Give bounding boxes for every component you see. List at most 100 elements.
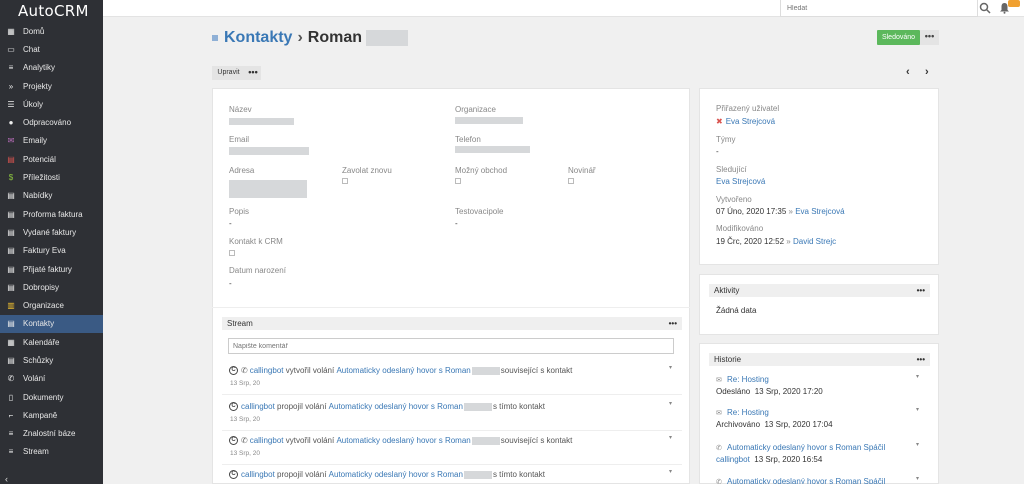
record-name: Roman [307, 29, 363, 46]
stream-user-link[interactable]: callingbot [241, 470, 275, 479]
search-input[interactable] [780, 0, 978, 17]
stream-entry-menu-icon[interactable]: ▾ [669, 364, 672, 371]
follower-link[interactable]: Eva Strejcová [716, 177, 765, 186]
sidebar-item[interactable]: ≡ Znalostní báze [0, 425, 103, 443]
history-header: Historie ••• [709, 353, 930, 366]
sidebar-item[interactable]: ▭ Chat [0, 40, 103, 58]
book-icon: ≡ [8, 429, 14, 439]
sidebar-item-label: Kalendáře [23, 337, 60, 347]
sidebar-item[interactable]: ▤ Dobropisy [0, 278, 103, 296]
history-link[interactable]: Re: Hosting [727, 408, 769, 417]
app-logo[interactable]: AutoCRM [0, 0, 103, 22]
sidebar-item[interactable]: $ Příležitosti [0, 168, 103, 186]
sidebar-item-label: Přijaté faktury [23, 264, 72, 274]
callingbot-avatar: C [229, 366, 238, 375]
sidebar-item-label: Dobropisy [23, 282, 60, 292]
stream-entry-menu-icon[interactable]: ▾ [669, 468, 672, 475]
sidebar-item[interactable]: ● Odpracováno [0, 113, 103, 131]
sidebar-item[interactable]: ▤ Nabídky [0, 187, 103, 205]
stream-entry-menu-icon[interactable]: ▾ [669, 434, 672, 441]
stream-menu-button[interactable]: ••• [669, 317, 677, 330]
sidebar-item[interactable]: ⌐ Kampaně [0, 406, 103, 424]
history-entry: ✉ Re: Hosting [716, 375, 769, 384]
history-status[interactable]: callingbot [716, 455, 750, 464]
contact-crm-checkbox[interactable] [229, 250, 235, 256]
breadcrumb-contacts-link[interactable]: Kontakty [224, 29, 292, 47]
comment-input[interactable] [228, 338, 674, 354]
previous-record-icon[interactable]: ‹ [906, 66, 910, 78]
building-icon: ▥ [7, 301, 15, 311]
assigned-user-link[interactable]: Eva Strejcová [726, 117, 775, 126]
sidebar-item[interactable]: ▤ Potenciál [0, 150, 103, 168]
history-entry-menu-icon[interactable]: ▾ [916, 441, 919, 448]
stream-verb: vytvořil volání [285, 436, 335, 445]
stream-date: 13 Srp, 20 [230, 416, 260, 423]
edit-button[interactable]: Upravit [212, 66, 245, 80]
sidebar-item[interactable]: » Projekty [0, 77, 103, 95]
stream-entry-menu-icon[interactable]: ▾ [669, 400, 672, 407]
sidebar-item[interactable]: ▤ Faktury Eva [0, 242, 103, 260]
collapse-sidebar-icon[interactable]: ‹ [5, 474, 8, 484]
history-entry-menu-icon[interactable]: ▾ [916, 406, 919, 413]
search-icon[interactable] [979, 2, 991, 14]
created-by-link[interactable]: Eva Strejcová [795, 207, 844, 216]
stream-call-link[interactable]: Automaticky odeslaný hovor s Roman [336, 436, 470, 445]
stream-divider [222, 394, 682, 395]
callingbot-avatar: C [229, 470, 238, 479]
birthday-label: Datum narození [229, 266, 286, 275]
history-entry-menu-icon[interactable]: ▾ [916, 475, 919, 482]
newsletter-checkbox[interactable] [568, 178, 574, 184]
next-record-icon[interactable]: › [925, 66, 929, 78]
sidebar-item[interactable]: ≡ Analytiky [0, 59, 103, 77]
created-value: 07 Úno, 2020 17:35 [716, 207, 787, 216]
sidebar-item[interactable]: ✉ Emaily [0, 132, 103, 150]
stream-icon: ≡ [8, 447, 14, 457]
follow-button[interactable]: Sledováno [877, 30, 920, 45]
sidebar-item[interactable]: ▤ Kontakty [0, 314, 103, 334]
sidebar-item[interactable]: ▥ Organizace [0, 296, 103, 314]
sidebar-item-label: Znalostní báze [23, 429, 76, 439]
notification-badge[interactable] [1008, 0, 1020, 7]
stream-call-link[interactable]: Automaticky odeslaný hovor s Roman [329, 402, 463, 411]
stream-call-link[interactable]: Automaticky odeslaný hovor s Roman [336, 366, 470, 375]
sidebar-item[interactable]: ▦ Domů [0, 22, 103, 40]
sidebar-item[interactable]: ☰ Úkoly [0, 95, 103, 113]
address-label: Adresa [229, 166, 255, 175]
modified-row: 19 Črc, 2020 12:52 » David Strejc [716, 237, 836, 246]
history-link[interactable]: Automaticky odeslaný hovor s Roman Spáči… [727, 477, 885, 484]
envelope-icon: ✉ [7, 136, 15, 146]
activities-menu-button[interactable]: ••• [917, 284, 925, 297]
stream-user-link[interactable]: callingbot [250, 436, 284, 445]
callingbot-avatar: C [229, 436, 238, 445]
sidebar-item[interactable]: ✆ Volání [0, 370, 103, 388]
followers-label: Sledující [716, 165, 747, 174]
stream-entry: C ✆ callingbot vytvořil volání Automaticky… [229, 436, 572, 445]
call-again-checkbox[interactable] [342, 178, 348, 184]
sidebar-item-label: Stream [23, 447, 49, 457]
header-more-button[interactable]: ••• [920, 30, 939, 45]
sidebar-item[interactable]: ▯ Dokumenty [0, 388, 103, 406]
history-menu-button[interactable]: ••• [917, 353, 925, 366]
sidebar-item[interactable]: ≡ Stream [0, 443, 103, 461]
document-icon: ▤ [7, 264, 15, 274]
stream-user-link[interactable]: callingbot [250, 366, 284, 375]
edit-more-button[interactable]: ••• [245, 66, 261, 80]
calendar-icon: ▦ [7, 337, 15, 347]
sidebar-item[interactable]: ▤ Přijaté faktury [0, 260, 103, 278]
history-link[interactable]: Automaticky odeslaný hovor s Roman Spáči… [727, 443, 885, 452]
modified-by-link[interactable]: David Strejc [793, 237, 836, 246]
history-link[interactable]: Re: Hosting [727, 375, 769, 384]
birthday-value: - [229, 279, 232, 288]
history-entry-menu-icon[interactable]: ▾ [916, 373, 919, 380]
callingbot-avatar: C [229, 402, 238, 411]
sidebar-item[interactable]: ▤ Schůzky [0, 351, 103, 369]
stream-tail: s tímto kontakt [492, 470, 545, 479]
stream-user-link[interactable]: callingbot [241, 402, 275, 411]
stream-call-link[interactable]: Automaticky odeslaný hovor s Roman [329, 470, 463, 479]
sidebar-item-label: Odpracováno [23, 118, 72, 128]
possible-deal-checkbox[interactable] [455, 178, 461, 184]
sidebar-item[interactable]: ▦ Kalendáře [0, 333, 103, 351]
stream-date: 13 Srp, 20 [230, 380, 260, 387]
sidebar-item[interactable]: ▤ Vydané faktury [0, 223, 103, 241]
sidebar-item[interactable]: ▤ Proforma faktura [0, 205, 103, 223]
